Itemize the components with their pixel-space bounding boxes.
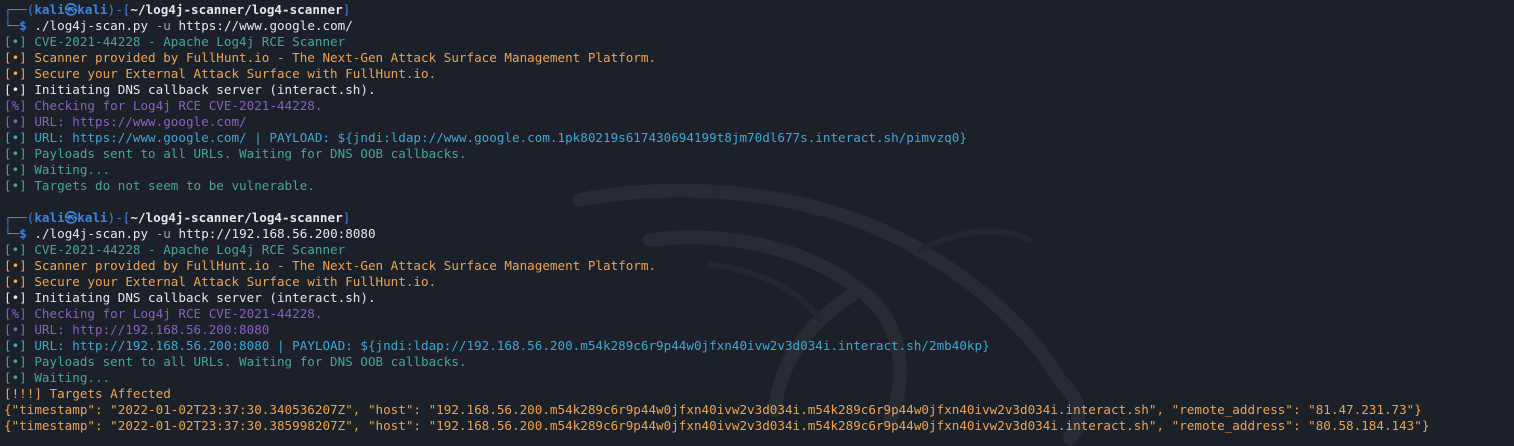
prompt-corner-bottom: └─ [4, 18, 20, 33]
prompt-path: ~/log4j-scanner/log4-scanner [130, 2, 343, 17]
output-line: [•] URL: http://192.168.56.200:8080 [4, 322, 270, 337]
output-line: [•] Payloads sent to all URLs. Waiting f… [4, 146, 467, 161]
output-line: [•] Waiting... [4, 162, 111, 177]
output-line: [•] CVE-2021-44228 - Apache Log4j RCE Sc… [4, 242, 346, 257]
command-program: ./log4j-scan.py [34, 18, 149, 33]
output-line: [•] URL: https://www.google.com/ | PAYLO… [4, 130, 967, 145]
prompt-dollar: $ [19, 226, 27, 241]
prompt-user: kali [34, 2, 65, 17]
output-line: [•] URL: http://192.168.56.200:8080 | PA… [4, 338, 990, 353]
prompt-close: ] [342, 210, 351, 225]
output-line: [•] Scanner provided by FullHunt.io - Th… [4, 50, 657, 65]
scan-block: ┌──(kali㉿kali)-[~/log4j-scanner/log4-sca… [4, 2, 1514, 194]
prompt-at-icon: ㉿ [64, 2, 78, 17]
prompt-close: ] [342, 2, 351, 17]
prompt-separator: )-[ [107, 2, 131, 17]
prompt-at-icon: ㉿ [64, 210, 78, 225]
prompt-line: ┌──(kali㉿kali)-[~/log4j-scanner/log4-sca… [4, 2, 1514, 18]
output-line: [•] Waiting... [4, 370, 111, 385]
output-line: [•] Secure your External Attack Surface … [4, 66, 437, 81]
output-line: [•] Secure your External Attack Surface … [4, 274, 437, 289]
terminal-output[interactable]: ┌──(kali㉿kali)-[~/log4j-scanner/log4-sca… [0, 0, 1514, 434]
prompt-host: kali [77, 2, 108, 17]
output-line: [%] Checking for Log4j RCE CVE-2021-4422… [4, 306, 323, 321]
command-program: ./log4j-scan.py [34, 226, 149, 241]
prompt-corner-bottom: └─ [4, 226, 20, 241]
prompt-user: kali [34, 210, 65, 225]
output-line: {"timestamp": "2022-01-02T23:37:30.38599… [4, 418, 1430, 433]
output-line: [•] Payloads sent to all URLs. Waiting f… [4, 354, 467, 369]
command-line[interactable]: └─$ ./log4j-scan.py -u http://192.168.56… [4, 226, 1514, 242]
prompt-line: ┌──(kali㉿kali)-[~/log4j-scanner/log4-sca… [4, 210, 1514, 226]
prompt-dollar: $ [19, 18, 27, 33]
command-line[interactable]: └─$ ./log4j-scan.py -u https://www.googl… [4, 18, 1514, 34]
scan-output: [•] CVE-2021-44228 - Apache Log4j RCE Sc… [4, 242, 1514, 434]
command-target: http://192.168.56.200:8080 [178, 226, 376, 241]
output-line: {"timestamp": "2022-01-02T23:37:30.34053… [4, 402, 1422, 417]
output-line: [•] URL: https://www.google.com/ [4, 114, 247, 129]
prompt-path: ~/log4j-scanner/log4-scanner [130, 210, 343, 225]
output-line: [•] CVE-2021-44228 - Apache Log4j RCE Sc… [4, 34, 346, 49]
output-line: [%] Checking for Log4j RCE CVE-2021-4422… [4, 98, 323, 113]
prompt-corner: ┌──( [4, 210, 35, 225]
command-flag: -u [155, 18, 171, 33]
command-flag: -u [155, 226, 171, 241]
scan-output: [•] CVE-2021-44228 - Apache Log4j RCE Sc… [4, 34, 1514, 194]
prompt-corner: ┌──( [4, 2, 35, 17]
prompt-separator: )-[ [107, 210, 131, 225]
scan-block: ┌──(kali㉿kali)-[~/log4j-scanner/log4-sca… [4, 210, 1514, 434]
command-target: https://www.google.com/ [178, 18, 353, 33]
output-line: [•] Scanner provided by FullHunt.io - Th… [4, 258, 657, 273]
output-line: [•] Targets do not seem to be vulnerable… [4, 178, 315, 193]
output-line: [•] Initiating DNS callback server (inte… [4, 290, 376, 305]
output-line: [•] Initiating DNS callback server (inte… [4, 82, 376, 97]
output-line: [!!!] Targets Affected [4, 386, 171, 401]
prompt-host: kali [77, 210, 108, 225]
